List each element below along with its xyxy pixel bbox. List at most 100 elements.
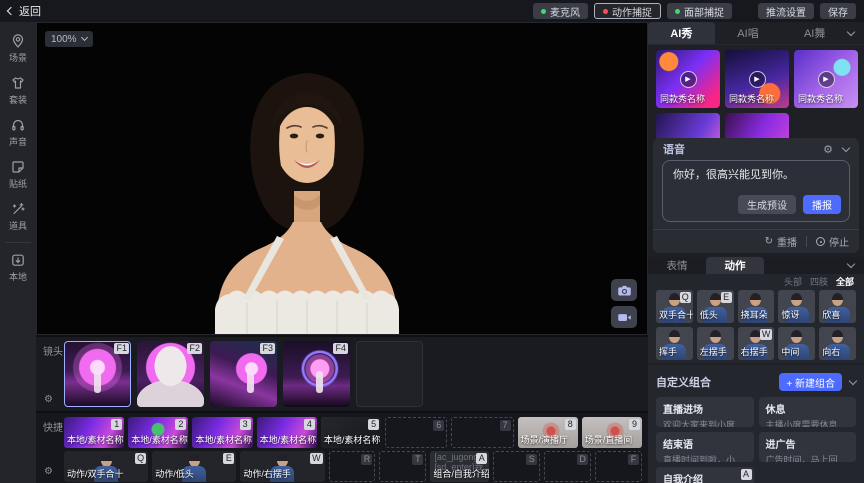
combo-collapse-chevron-icon[interactable]: [849, 376, 857, 384]
combo-card[interactable]: 进广告 广告时间，马上回来[ac/huishou]: [759, 432, 857, 462]
ai-panel-collapse-button[interactable]: [848, 22, 864, 44]
shortcut-slot-action[interactable]: Q动作/双手合十: [64, 451, 148, 482]
sidebar-label: 贴纸: [9, 177, 27, 190]
microphone-button[interactable]: 麦克风: [533, 3, 588, 19]
mic-label: 麦克风: [550, 4, 580, 19]
viewport-zoom-dropdown[interactable]: 100%: [45, 31, 93, 47]
combo-card-title: 结束语: [663, 436, 747, 451]
generate-preset-button[interactable]: 生成预设: [738, 195, 796, 214]
hotkey-badge: F3: [260, 343, 275, 354]
tab-action[interactable]: 动作: [706, 257, 764, 274]
action-item[interactable]: E低头: [697, 290, 734, 323]
shortcut-label: 场景/演播厅: [521, 433, 569, 446]
camera-slot[interactable]: F1: [64, 341, 131, 407]
shortcut-slot[interactable]: 2本地/素材名称: [128, 417, 188, 448]
filter-limbs[interactable]: 四肢: [810, 275, 828, 288]
action-item[interactable]: W右摆手: [738, 327, 775, 360]
face-capture-button[interactable]: 面部捕捉: [667, 3, 732, 19]
action-label: 向右: [822, 345, 840, 358]
tab-expression[interactable]: 表情: [648, 257, 706, 274]
shortcut-slot[interactable]: 8场景/演播厅: [518, 417, 578, 448]
shortcut-label: 本地/素材名称: [131, 433, 188, 446]
hotkey-badge: 3: [240, 419, 251, 430]
back-button[interactable]: 返回: [8, 3, 41, 19]
action-item[interactable]: 挠耳朵: [738, 290, 775, 323]
shortcut-slot[interactable]: 5本地/素材名称: [321, 417, 381, 448]
combo-card[interactable]: 休息 主播小度需要休息一下，请稍等…: [759, 397, 857, 427]
ai-show-card[interactable]: ▶ 同款秀名称: [794, 50, 858, 108]
new-combo-button[interactable]: + 新建组合: [779, 373, 842, 391]
record-video-button[interactable]: [611, 306, 637, 328]
camera-slot-empty[interactable]: [356, 341, 423, 407]
stop-button[interactable]: 停止: [816, 234, 849, 249]
shortcut-slot-action[interactable]: W动作/右摆手: [240, 451, 324, 482]
tab-ai-dance[interactable]: AI舞: [781, 22, 848, 44]
action-item[interactable]: Q双手合十: [656, 290, 693, 323]
replay-button[interactable]: ↻ 重播: [765, 234, 797, 249]
voice-text-value: 你好，很高兴能见到你。: [673, 168, 839, 183]
action-item[interactable]: 向右: [819, 327, 856, 360]
save-button[interactable]: 保存: [820, 3, 856, 19]
shortcut-slot-empty[interactable]: F: [595, 451, 642, 482]
voice-settings-gear-icon[interactable]: ⚙: [823, 143, 833, 156]
combo-card-title: 休息: [766, 401, 850, 416]
tab-ai-show[interactable]: AI秀: [648, 22, 715, 44]
voice-collapse-chevron-icon[interactable]: [842, 143, 850, 151]
filter-head[interactable]: 头部: [784, 275, 802, 288]
voice-text-input[interactable]: 你好，很高兴能见到你。 生成预设 播报: [662, 160, 850, 222]
shortcut-slot[interactable]: 9场景/直播间: [582, 417, 642, 448]
tab-ai-sing[interactable]: AI唱: [715, 22, 782, 44]
zoom-level-value: 100%: [51, 34, 77, 45]
screenshot-camera-button[interactable]: [611, 279, 637, 301]
sidebar-item-props[interactable]: 道具: [0, 196, 36, 238]
shortcut-slot[interactable]: 1本地/素材名称: [64, 417, 124, 448]
shortcuts-panel-title: 快捷: [43, 419, 63, 434]
shortcut-row-2: Q动作/双手合十 E动作/低头 W动作/右摆手 R T [ac_jugong][…: [64, 451, 642, 482]
avatar-viewport[interactable]: 100%: [36, 22, 648, 335]
shortcut-slot-empty[interactable]: 7: [451, 417, 513, 448]
shortcut-slot-empty[interactable]: S: [493, 451, 540, 482]
combo-card-desc: 广告时间，马上回来[ac/huishou]: [766, 453, 850, 462]
action-item[interactable]: 欣喜: [819, 290, 856, 323]
back-chevron-icon: [7, 7, 15, 15]
sidebar-item-voice[interactable]: 声音: [0, 112, 36, 154]
camera-slot[interactable]: F3: [210, 341, 277, 407]
shortcut-slot-action[interactable]: E动作/低头: [152, 451, 236, 482]
action-item[interactable]: 左摆手: [697, 327, 734, 360]
camera-slot[interactable]: F4: [283, 341, 350, 407]
shortcut-slot-empty[interactable]: T: [379, 451, 426, 482]
stream-settings-button[interactable]: 推流设置: [758, 3, 814, 19]
ai-show-card-partial[interactable]: [725, 113, 789, 138]
hotkey-badge: D: [577, 454, 588, 465]
camera-slot[interactable]: F2: [137, 341, 204, 407]
sidebar-item-scene[interactable]: 场景: [0, 28, 36, 70]
action-item[interactable]: 中间: [778, 327, 815, 360]
shortcut-slot[interactable]: 4本地/素材名称: [257, 417, 317, 448]
action-collapse-button[interactable]: [848, 257, 864, 274]
shortcut-slot-empty[interactable]: 6: [385, 417, 447, 448]
combo-card[interactable]: 直播进场 欢迎大家来到小度直播间[ac/…: [656, 397, 754, 427]
sidebar-item-sticker[interactable]: 贴纸: [0, 154, 36, 196]
shortcut-label: 本地/素材名称: [260, 433, 317, 446]
ai-show-card[interactable]: ▶ 同款秀名称: [656, 50, 720, 108]
mannequin-figure: [94, 371, 101, 393]
sidebar-item-local[interactable]: 本地: [0, 247, 36, 289]
right-panel: AI秀 AI唱 AI舞 ▶ 同款秀名称 ▶ 同款秀名称 ▶ 同款秀名称 语音: [648, 22, 864, 483]
action-item[interactable]: 挥手: [656, 327, 693, 360]
motion-capture-button[interactable]: 动作捕捉: [594, 3, 661, 19]
camera-settings-gear-icon[interactable]: ⚙: [44, 394, 53, 405]
action-item[interactable]: 惊讶: [778, 290, 815, 323]
shortcut-slot-empty[interactable]: D: [544, 451, 591, 482]
play-icon: ▶: [818, 71, 835, 88]
combo-card[interactable]: A 自我介绍 [ac_jugong][sd_enter]我叫小…: [656, 467, 754, 483]
filter-all[interactable]: 全部: [836, 275, 854, 288]
ai-show-card[interactable]: ▶ 同款秀名称: [725, 50, 789, 108]
shortcut-slot[interactable]: 3本地/素材名称: [192, 417, 252, 448]
shortcut-slot-empty[interactable]: R: [329, 451, 376, 482]
shortcuts-settings-gear-icon[interactable]: ⚙: [44, 466, 53, 477]
shortcut-slot-combo[interactable]: [ac_jugong][sd_enter]我叫小…A组合/自我介绍: [430, 451, 489, 482]
combo-card[interactable]: 结束语 直播时间到啦，小度要跟大家说…: [656, 432, 754, 462]
sidebar-item-outfit[interactable]: 套装: [0, 70, 36, 112]
broadcast-button[interactable]: 播报: [803, 195, 841, 214]
ai-show-card-partial[interactable]: [656, 113, 720, 138]
